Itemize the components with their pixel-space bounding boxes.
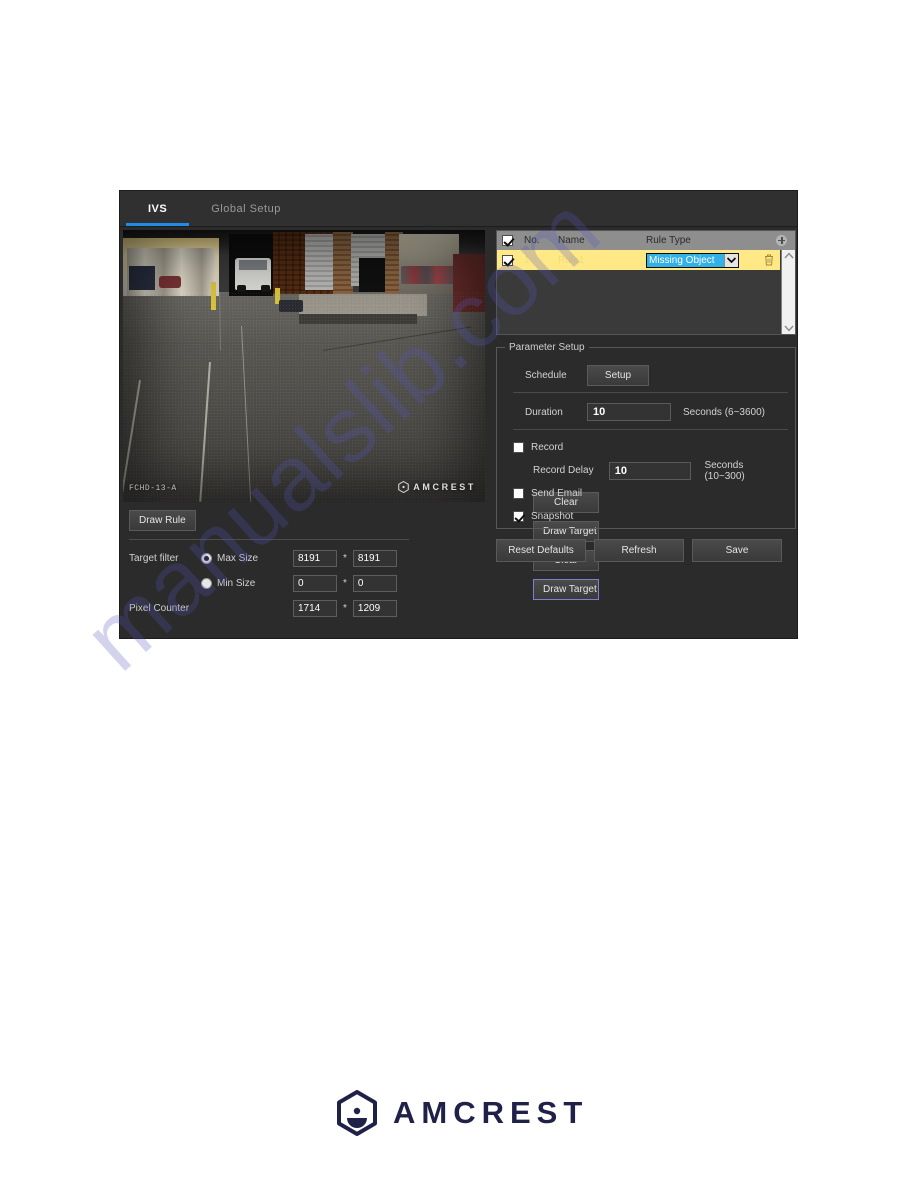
max-size-label: Max Size <box>217 553 259 564</box>
parameter-setup-legend: Parameter Setup <box>505 342 589 353</box>
row-checkbox[interactable] <box>502 254 513 266</box>
min-size-radio[interactable] <box>201 578 212 589</box>
rule-table-body: 1 Rule1 Missing Object <box>497 250 795 334</box>
max-size-radio[interactable] <box>201 553 212 564</box>
refresh-button[interactable]: Refresh <box>594 539 684 562</box>
draw-target-min-button[interactable]: Draw Target <box>533 579 599 600</box>
send-email-checkbox[interactable] <box>513 488 524 499</box>
pixel-counter-height-input[interactable]: 1209 <box>352 600 397 617</box>
window-body: FCHD-13-A AMCREST Draw Rule Target filte… <box>120 227 797 621</box>
target-filter-label: Target filter <box>129 553 179 564</box>
tab-global-setup[interactable]: Global Setup <box>189 191 303 226</box>
table-row[interactable]: 1 Rule1 Missing Object <box>497 250 780 270</box>
min-size-separator: * <box>343 578 347 589</box>
action-button-row: Reset Defaults Refresh Save <box>496 539 796 562</box>
record-checkbox[interactable] <box>513 442 524 453</box>
schedule-label: Schedule <box>525 369 567 381</box>
save-button[interactable]: Save <box>692 539 782 562</box>
tab-ivs-label: IVS <box>148 202 168 215</box>
tab-ivs[interactable]: IVS <box>126 191 190 226</box>
draw-rule-row: Draw Rule <box>123 510 484 531</box>
divider <box>129 539 409 540</box>
column-header-rule-type: Rule Type <box>646 235 691 246</box>
draw-rule-button[interactable]: Draw Rule <box>129 510 196 531</box>
pixel-counter-row: Pixel Counter 1714 * 1209 <box>129 596 419 621</box>
pixel-counter-label: Pixel Counter <box>129 603 190 614</box>
duration-hint: Seconds (6~3600) <box>683 406 766 418</box>
send-email-row: Send Email <box>507 482 785 505</box>
page-footer-brand: AMCREST <box>335 1090 588 1136</box>
amcrest-logo-icon <box>337 1090 377 1136</box>
video-brand-overlay: AMCREST <box>398 481 476 493</box>
row-no: 1 <box>524 254 530 266</box>
column-header-name: Name <box>558 235 585 246</box>
rule-table-header: No. Name Rule Type <box>497 231 795 250</box>
scroll-down-icon[interactable] <box>783 325 794 332</box>
row-name: Rule1 <box>558 254 585 266</box>
record-row: Record <box>507 436 785 459</box>
video-preview[interactable]: FCHD-13-A AMCREST <box>123 230 485 502</box>
duration-row: Duration 10 Seconds (6~3600) <box>507 399 785 425</box>
video-osd-label: FCHD-13-A <box>129 484 177 493</box>
snapshot-label: Snapshot <box>531 511 574 522</box>
left-panel: FCHD-13-A AMCREST Draw Rule Target filte… <box>120 227 486 621</box>
amcrest-shield-icon <box>398 481 410 493</box>
scroll-up-icon[interactable] <box>783 252 794 259</box>
min-size-width-input[interactable]: 0 <box>293 575 337 592</box>
record-delay-input[interactable]: 10 <box>608 461 692 480</box>
video-vignette <box>123 230 485 502</box>
duration-input[interactable]: 10 <box>587 403 671 421</box>
rule-table: No. Name Rule Type 1 Rule1 Missing Objec… <box>496 230 796 335</box>
duration-label: Duration <box>525 406 563 418</box>
snapshot-checkbox[interactable] <box>513 511 524 522</box>
target-filter-min-row: Min Size 0 * 0 <box>129 571 419 596</box>
target-filter-max-row: Target filter Max Size 8191 * 8191 <box>129 546 419 571</box>
rule-type-value: Missing Object <box>647 253 724 267</box>
brand-wordmark: AMCREST <box>393 1095 589 1130</box>
record-label: Record <box>531 442 564 453</box>
max-size-separator: * <box>343 553 347 564</box>
right-panel: No. Name Rule Type 1 Rule1 Missing Objec… <box>496 230 796 562</box>
schedule-row: Schedule Setup <box>507 362 785 388</box>
tab-global-setup-label: Global Setup <box>211 202 281 215</box>
add-rule-icon[interactable] <box>775 234 788 247</box>
rule-type-select[interactable]: Missing Object <box>646 252 739 268</box>
page-root: manualslib.com IVS Global Setup FCHD-13-… <box>0 0 918 1188</box>
rule-table-scrollbar[interactable] <box>781 250 795 334</box>
pixel-counter-width-input[interactable]: 1714 <box>293 600 337 617</box>
ivs-config-window: IVS Global Setup FCHD-13-A AMCREST Draw … <box>119 190 798 639</box>
parameter-setup-group: Parameter Setup Schedule Setup Duration … <box>496 342 796 529</box>
min-size-radio-group[interactable]: Min Size <box>201 578 293 589</box>
target-filter-panel: Target filter Max Size 8191 * 8191 Min S… <box>129 539 419 621</box>
trash-icon[interactable] <box>758 254 780 266</box>
send-email-label: Send Email <box>531 488 583 499</box>
pixel-counter-separator: * <box>343 603 347 614</box>
chevron-down-icon[interactable] <box>724 253 738 267</box>
column-header-no: No. <box>524 235 540 246</box>
schedule-setup-button[interactable]: Setup <box>587 364 649 386</box>
reset-defaults-button[interactable]: Reset Defaults <box>496 539 586 562</box>
max-size-height-input[interactable]: 8191 <box>352 550 397 567</box>
min-size-label: Min Size <box>217 578 256 589</box>
snapshot-row: Snapshot <box>507 505 785 528</box>
max-size-width-input[interactable]: 8191 <box>293 550 337 567</box>
max-size-radio-group[interactable]: Max Size <box>201 553 293 564</box>
divider-duration <box>513 429 788 430</box>
select-all-checkbox[interactable] <box>502 235 513 246</box>
video-brand-text: AMCREST <box>413 482 476 492</box>
rule-type-cell: Missing Object <box>646 252 758 268</box>
divider-schedule <box>513 392 788 393</box>
record-delay-row: Record Delay 10 Seconds (10~300) <box>507 459 785 482</box>
tab-bar: IVS Global Setup <box>120 191 797 227</box>
record-delay-hint: Seconds (10~300) <box>704 459 745 482</box>
min-size-height-input[interactable]: 0 <box>352 575 397 592</box>
record-delay-label: Record Delay <box>533 465 594 476</box>
